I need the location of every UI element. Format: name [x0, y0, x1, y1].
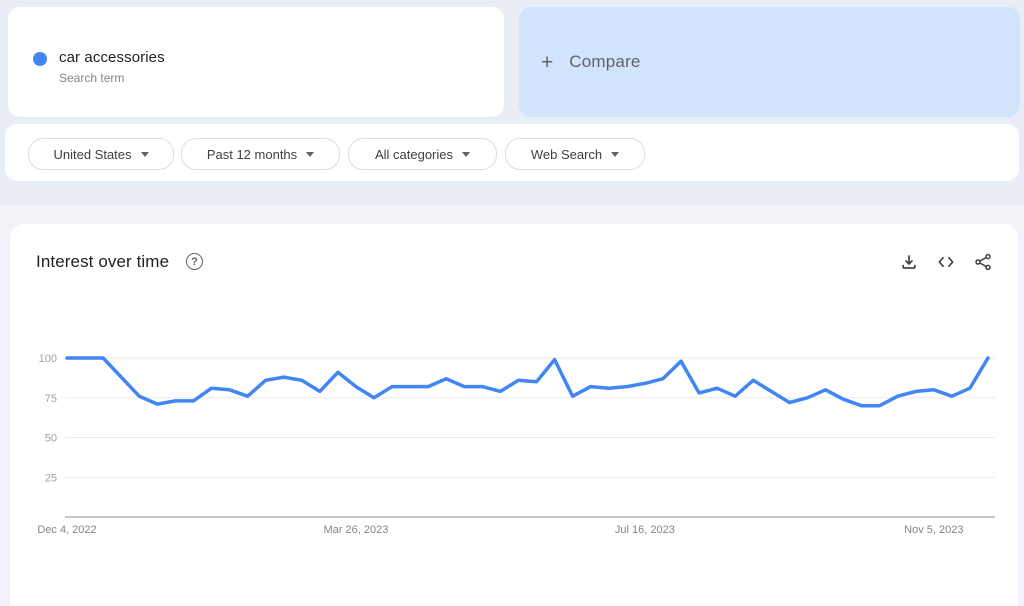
search-type-filter-label: Web Search [531, 147, 602, 162]
category-filter-label: All categories [375, 147, 453, 162]
filters-bar: United States Past 12 months All categor… [5, 124, 1019, 181]
search-term-card[interactable]: car accessories Search term [8, 7, 504, 117]
interest-over-time-card: Interest over time ? [10, 224, 1018, 606]
time-range-filter-label: Past 12 months [207, 147, 297, 162]
svg-text:Jul 16, 2023: Jul 16, 2023 [615, 524, 675, 536]
svg-text:25: 25 [45, 472, 57, 484]
dropdown-caret-icon [306, 152, 314, 157]
dropdown-caret-icon [611, 152, 619, 157]
category-filter-dropdown[interactable]: All categories [348, 138, 497, 170]
compare-label: Compare [569, 52, 640, 72]
interest-over-time-chart: 25 50 75 100 Dec 4, 2022 Mar 26, 2023 Jul 16, … [10, 224, 1018, 606]
svg-text:75: 75 [45, 393, 57, 405]
svg-text:Dec 4, 2022: Dec 4, 2022 [37, 524, 96, 536]
plus-icon: + [541, 52, 553, 73]
google-trends-explore-page: car accessories Search term + Compare Un… [0, 0, 1024, 606]
svg-text:Nov 5, 2023: Nov 5, 2023 [904, 524, 963, 536]
geo-filter-dropdown[interactable]: United States [28, 138, 174, 170]
series-color-dot-icon [33, 52, 47, 66]
time-range-filter-dropdown[interactable]: Past 12 months [181, 138, 340, 170]
search-term-type-label: Search term [59, 71, 124, 85]
geo-filter-label: United States [53, 147, 131, 162]
compare-add-term-button[interactable]: + Compare [519, 7, 1020, 117]
svg-text:Mar 26, 2023: Mar 26, 2023 [324, 524, 389, 536]
svg-text:100: 100 [39, 353, 57, 365]
search-type-filter-dropdown[interactable]: Web Search [505, 138, 645, 170]
search-term-text: car accessories [59, 49, 165, 66]
svg-text:50: 50 [45, 433, 57, 445]
dropdown-caret-icon [141, 152, 149, 157]
dropdown-caret-icon [462, 152, 470, 157]
